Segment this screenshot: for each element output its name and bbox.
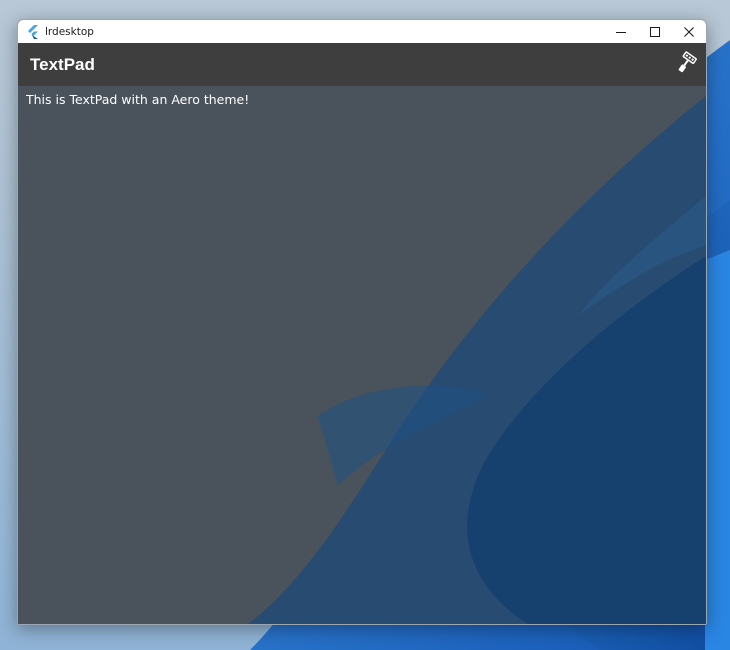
text-editor[interactable]: This is TextPad with an Aero theme! bbox=[26, 92, 696, 612]
close-button[interactable] bbox=[672, 20, 706, 43]
desktop-wallpaper: lrdesktop TextPad This is TextPad with a… bbox=[0, 0, 730, 650]
window-titlebar[interactable]: lrdesktop bbox=[18, 20, 706, 43]
editor-area: This is TextPad with an Aero theme! bbox=[18, 86, 706, 624]
app-bar: TextPad bbox=[18, 43, 706, 86]
maximize-button[interactable] bbox=[638, 20, 672, 43]
minimize-button[interactable] bbox=[604, 20, 638, 43]
paint-roller-icon bbox=[678, 51, 697, 73]
maximize-icon bbox=[650, 26, 660, 37]
minimize-icon bbox=[616, 31, 626, 33]
app-title: TextPad bbox=[30, 54, 95, 74]
window-controls bbox=[604, 20, 706, 43]
close-icon bbox=[684, 26, 694, 37]
window-title: lrdesktop bbox=[45, 25, 94, 38]
flutter-logo-icon bbox=[25, 24, 41, 40]
theme-button[interactable] bbox=[672, 49, 700, 77]
app-window: lrdesktop TextPad This is TextPad with a… bbox=[17, 19, 707, 625]
